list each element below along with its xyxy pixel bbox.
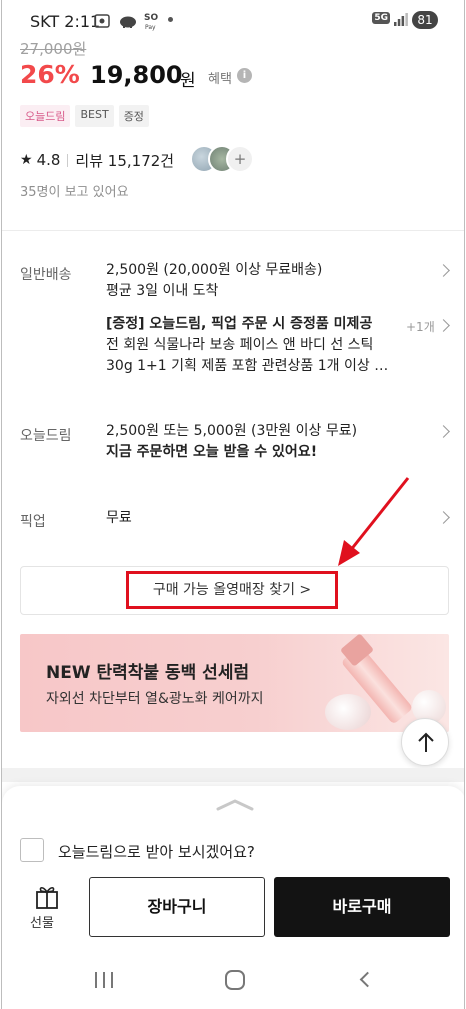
chevron-right-icon [437, 425, 450, 438]
network-5g-icon: 5G [372, 12, 390, 24]
rating-value: 4.8 [36, 151, 61, 169]
gift-label[interactable]: 선물 [30, 912, 54, 931]
viewing-count: 35명이 보고 있어요 [20, 185, 129, 200]
signal-icon [394, 13, 408, 26]
svg-text:SO: SO [144, 13, 158, 23]
pickup-fee: 무료 [106, 510, 132, 526]
notification-dot-icon [168, 17, 173, 22]
gift-promo-line3: 30g 1+1 기획 제품 포함 관련상품 1개 이상 … [106, 358, 389, 374]
screenshot-icon [94, 14, 110, 28]
discount-rate: 26% [20, 60, 80, 89]
divider [67, 153, 69, 167]
battery-indicator: 81 [412, 11, 438, 29]
status-bar: SKT 2:11 SO Pay 5G 81 [2, 0, 464, 40]
price-unit: 원 [180, 71, 196, 91]
shipping-today-promise: 지금 주문하면 오늘 받을 수 있어요! [106, 444, 318, 460]
store-finder-button[interactable]: 구매 가능 올영매장 찾기 > [126, 571, 338, 609]
shipping-general-label: 일반배송 [20, 267, 72, 283]
gift-promo-line2: 전 회원 식물나라 보송 페이스 앤 바디 선 스틱 [106, 337, 374, 353]
arrow-up-icon [418, 732, 434, 752]
app-screen: SKT 2:11 SO Pay 5G 81 27,000원 26% 19,800… [1, 0, 465, 1009]
promo-banner[interactable]: NEW 탄력착붙 동백 선세럼 자외선 차단부터 열&광노화 케어까지 [20, 634, 449, 732]
more-avatars-icon: + [226, 145, 254, 173]
rating-row[interactable]: ★ 4.8 리뷰 15,172건 [20, 148, 174, 172]
shipping-general-eta: 평균 3일 이내 도착 [106, 283, 219, 299]
today-delivery-checkbox-label[interactable]: 오늘드림으로 받아 보시겠어요? [58, 841, 255, 862]
banner-title: NEW 탄력착붙 동백 선세럼 [46, 663, 250, 683]
tag-best: BEST [75, 105, 114, 127]
gift-count: +1개 [406, 320, 435, 334]
shipping-general-text: 2,500원 (20,000원 이상 무료배송) 평균 3일 이내 도착 [106, 260, 322, 302]
original-price: 27,000원 [20, 40, 87, 58]
status-carrier-time: SKT 2:11 [30, 12, 101, 31]
star-icon: ★ [20, 152, 33, 168]
shipping-today-text: 2,500원 또는 5,000원 (3만원 이상 무료) 지금 주문하면 오늘 … [106, 421, 357, 463]
home-icon[interactable] [225, 970, 245, 990]
chevron-right-icon [437, 264, 450, 277]
buy-now-button[interactable]: 바로구매 [274, 877, 450, 937]
section-divider [2, 230, 464, 231]
product-image [325, 694, 371, 730]
tag-today-delivery: 오늘드림 [20, 105, 71, 127]
gift-promo-title: [증정] 오늘드림, 픽업 주문 시 증정품 미제공 [106, 316, 373, 332]
banner-subtitle: 자외선 차단부터 열&광노화 케어까지 [46, 691, 264, 707]
section-gap [2, 768, 464, 782]
tag-gift: 증정 [118, 105, 149, 127]
info-icon[interactable]: i [237, 68, 252, 83]
benefit-label[interactable]: 혜택 [208, 68, 232, 87]
pay-icon: SO Pay [144, 13, 158, 31]
shipping-today-label: 오늘드림 [20, 428, 72, 444]
scroll-top-button[interactable] [401, 718, 449, 766]
pay-text: Pay [145, 24, 156, 31]
product-tags: 오늘드림 BEST 증정 [20, 105, 149, 127]
review-count[interactable]: 리뷰 15,172건 [75, 150, 174, 171]
sheet-handle-icon[interactable] [216, 798, 254, 812]
shipping-today-fee: 2,500원 또는 5,000원 (3만원 이상 무료) [106, 423, 358, 439]
chevron-right-icon [437, 319, 450, 332]
gift-promo-text: [증정] 오늘드림, 픽업 주문 시 증정품 미제공 전 회원 식물나라 보송 … [106, 314, 396, 377]
pickup-label: 픽업 [20, 514, 46, 530]
reviewer-avatars[interactable]: + [190, 145, 254, 173]
sale-price: 19,800 [90, 61, 183, 89]
piggy-bank-icon [120, 16, 136, 28]
chevron-right-icon [437, 511, 450, 524]
gift-icon[interactable] [34, 884, 60, 910]
today-delivery-checkbox[interactable] [20, 838, 44, 862]
recent-apps-icon[interactable] [93, 971, 115, 989]
add-to-cart-button[interactable]: 장바구니 [89, 877, 265, 937]
shipping-general-fee: 2,500원 (20,000원 이상 무료배송) [106, 262, 323, 278]
